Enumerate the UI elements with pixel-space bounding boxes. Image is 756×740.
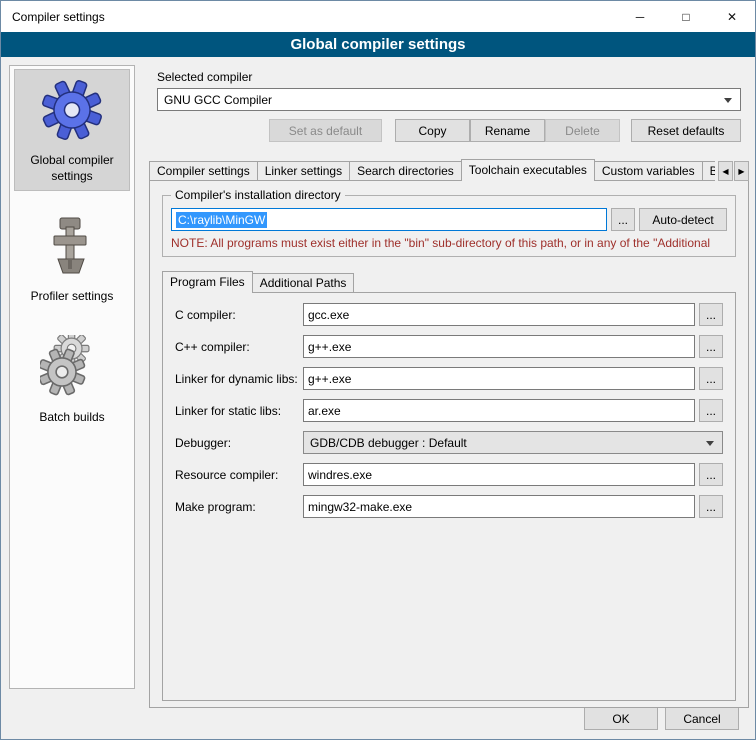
programs-tabbar: Program Files Additional Paths xyxy=(162,271,736,293)
settings-category-sidebar: Global compiler settings Profiler settin… xyxy=(9,65,135,689)
set-as-default-button[interactable]: Set as default xyxy=(269,119,382,142)
debugger-label: Debugger: xyxy=(175,436,303,450)
sidebar-item-batch-builds[interactable]: Batch builds xyxy=(15,327,129,432)
window-controls: ─ □ ✕ xyxy=(617,1,755,32)
chevron-down-icon xyxy=(724,98,732,103)
resource-compiler-input[interactable]: windres.exe xyxy=(303,463,695,486)
programs-notebook: Program Files Additional Paths C compile… xyxy=(162,271,736,701)
sidebar-item-label: Batch builds xyxy=(39,410,104,426)
installation-directory-legend: Compiler's installation directory xyxy=(171,188,345,202)
settings-tabbar: Compiler settings Linker settings Search… xyxy=(149,159,749,181)
cancel-button[interactable]: Cancel xyxy=(665,707,739,730)
maximize-button[interactable]: □ xyxy=(663,1,709,32)
sidebar-item-label: Global compiler settings xyxy=(17,153,127,184)
batch-builds-gears-icon xyxy=(40,335,104,402)
dynamic-linker-browse-button[interactable]: ... xyxy=(699,367,723,390)
selected-compiler-label: Selected compiler xyxy=(157,70,749,84)
debugger-value: GDB/CDB debugger : Default xyxy=(310,436,467,450)
tab-scroll-right-icon[interactable]: ▶ xyxy=(734,161,749,181)
input-value: mingw32-make.exe xyxy=(308,500,412,514)
input-value: g++.exe xyxy=(308,340,351,354)
input-value: windres.exe xyxy=(308,468,372,482)
chevron-down-icon xyxy=(706,441,714,446)
sidebar-item-profiler-settings[interactable]: Profiler settings xyxy=(15,206,129,311)
form-row-dynamic-linker: Linker for dynamic libs: g++.exe ... xyxy=(175,367,723,390)
tab-search-directories[interactable]: Search directories xyxy=(349,161,462,181)
toolchain-executables-panel: Compiler's installation directory C:\ray… xyxy=(149,180,749,708)
main-panel: Selected compiler GNU GCC Compiler Set a… xyxy=(149,64,749,708)
resource-compiler-label: Resource compiler: xyxy=(175,468,303,482)
static-linker-label: Linker for static libs: xyxy=(175,404,303,418)
input-value: gcc.exe xyxy=(308,308,349,322)
compiler-settings-window: Compiler settings ─ □ ✕ Global compiler … xyxy=(0,0,756,740)
reset-defaults-button[interactable]: Reset defaults xyxy=(631,119,741,142)
static-linker-input[interactable]: ar.exe xyxy=(303,399,695,422)
form-row-resource-compiler: Resource compiler: windres.exe ... xyxy=(175,463,723,486)
c-compiler-input[interactable]: gcc.exe xyxy=(303,303,695,326)
cpp-compiler-label: C++ compiler: xyxy=(175,340,303,354)
sidebar-item-global-compiler-settings[interactable]: Global compiler settings xyxy=(15,70,129,190)
dialog-title: Global compiler settings xyxy=(290,36,465,53)
dynamic-linker-input[interactable]: g++.exe xyxy=(303,367,695,390)
form-row-c-compiler: C compiler: gcc.exe ... xyxy=(175,303,723,326)
ok-button[interactable]: OK xyxy=(584,707,658,730)
delete-button[interactable]: Delete xyxy=(545,119,620,142)
subtab-program-files[interactable]: Program Files xyxy=(162,271,253,293)
compiler-actions: Set as default Copy Rename Delete Reset … xyxy=(157,119,741,142)
close-icon: ✕ xyxy=(727,10,737,24)
make-program-browse-button[interactable]: ... xyxy=(699,495,723,518)
input-value: ar.exe xyxy=(308,404,341,418)
make-program-input[interactable]: mingw32-make.exe xyxy=(303,495,695,518)
tab-compiler-settings[interactable]: Compiler settings xyxy=(149,161,258,181)
selected-compiler-select[interactable]: GNU GCC Compiler xyxy=(157,88,741,111)
c-compiler-browse-button[interactable]: ... xyxy=(699,303,723,326)
installation-directory-groupbox: Compiler's installation directory C:\ray… xyxy=(162,195,736,257)
resource-compiler-browse-button[interactable]: ... xyxy=(699,463,723,486)
tab-custom-variables[interactable]: Custom variables xyxy=(594,161,703,181)
make-program-label: Make program: xyxy=(175,500,303,514)
selected-compiler-value: GNU GCC Compiler xyxy=(164,93,272,107)
static-linker-browse-button[interactable]: ... xyxy=(699,399,723,422)
installation-directory-input[interactable]: C:\raylib\MinGW xyxy=(171,208,607,231)
installation-directory-browse-button[interactable]: ... xyxy=(611,208,635,231)
tab-scroll-buttons: ◀ ▶ xyxy=(715,161,749,181)
form-row-static-linker: Linker for static libs: ar.exe ... xyxy=(175,399,723,422)
minimize-button[interactable]: ─ xyxy=(617,1,663,32)
dynamic-linker-label: Linker for dynamic libs: xyxy=(175,372,303,386)
form-row-debugger: Debugger: GDB/CDB debugger : Default xyxy=(175,431,723,454)
program-files-panel: C compiler: gcc.exe ... C++ compiler: g+… xyxy=(162,292,736,701)
profiler-icon xyxy=(40,214,104,281)
global-compiler-gear-icon xyxy=(40,78,104,145)
form-row-make-program: Make program: mingw32-make.exe ... xyxy=(175,495,723,518)
minimize-icon: ─ xyxy=(636,10,645,24)
input-value: g++.exe xyxy=(308,372,351,386)
cpp-compiler-input[interactable]: g++.exe xyxy=(303,335,695,358)
copy-button[interactable]: Copy xyxy=(395,119,470,142)
debugger-select[interactable]: GDB/CDB debugger : Default xyxy=(303,431,723,454)
form-row-cpp-compiler: C++ compiler: g++.exe ... xyxy=(175,335,723,358)
installation-directory-value: C:\raylib\MinGW xyxy=(176,212,267,228)
cpp-compiler-browse-button[interactable]: ... xyxy=(699,335,723,358)
close-button[interactable]: ✕ xyxy=(709,1,755,32)
titlebar: Compiler settings ─ □ ✕ xyxy=(1,1,755,32)
installation-directory-row: C:\raylib\MinGW ... Auto-detect xyxy=(171,208,727,231)
window-title: Compiler settings xyxy=(1,10,105,24)
maximize-icon: □ xyxy=(682,10,689,24)
tab-scroll-left-icon[interactable]: ◀ xyxy=(718,161,733,181)
sidebar-item-label: Profiler settings xyxy=(31,289,114,305)
rename-button[interactable]: Rename xyxy=(470,119,545,142)
tab-linker-settings[interactable]: Linker settings xyxy=(257,161,350,181)
dialog-header: Global compiler settings xyxy=(1,32,755,57)
bin-subdirectory-note: NOTE: All programs must exist either in … xyxy=(171,236,727,250)
auto-detect-button[interactable]: Auto-detect xyxy=(639,208,727,231)
subtab-additional-paths[interactable]: Additional Paths xyxy=(252,273,355,293)
tab-toolchain-executables[interactable]: Toolchain executables xyxy=(461,159,595,181)
c-compiler-label: C compiler: xyxy=(175,308,303,322)
